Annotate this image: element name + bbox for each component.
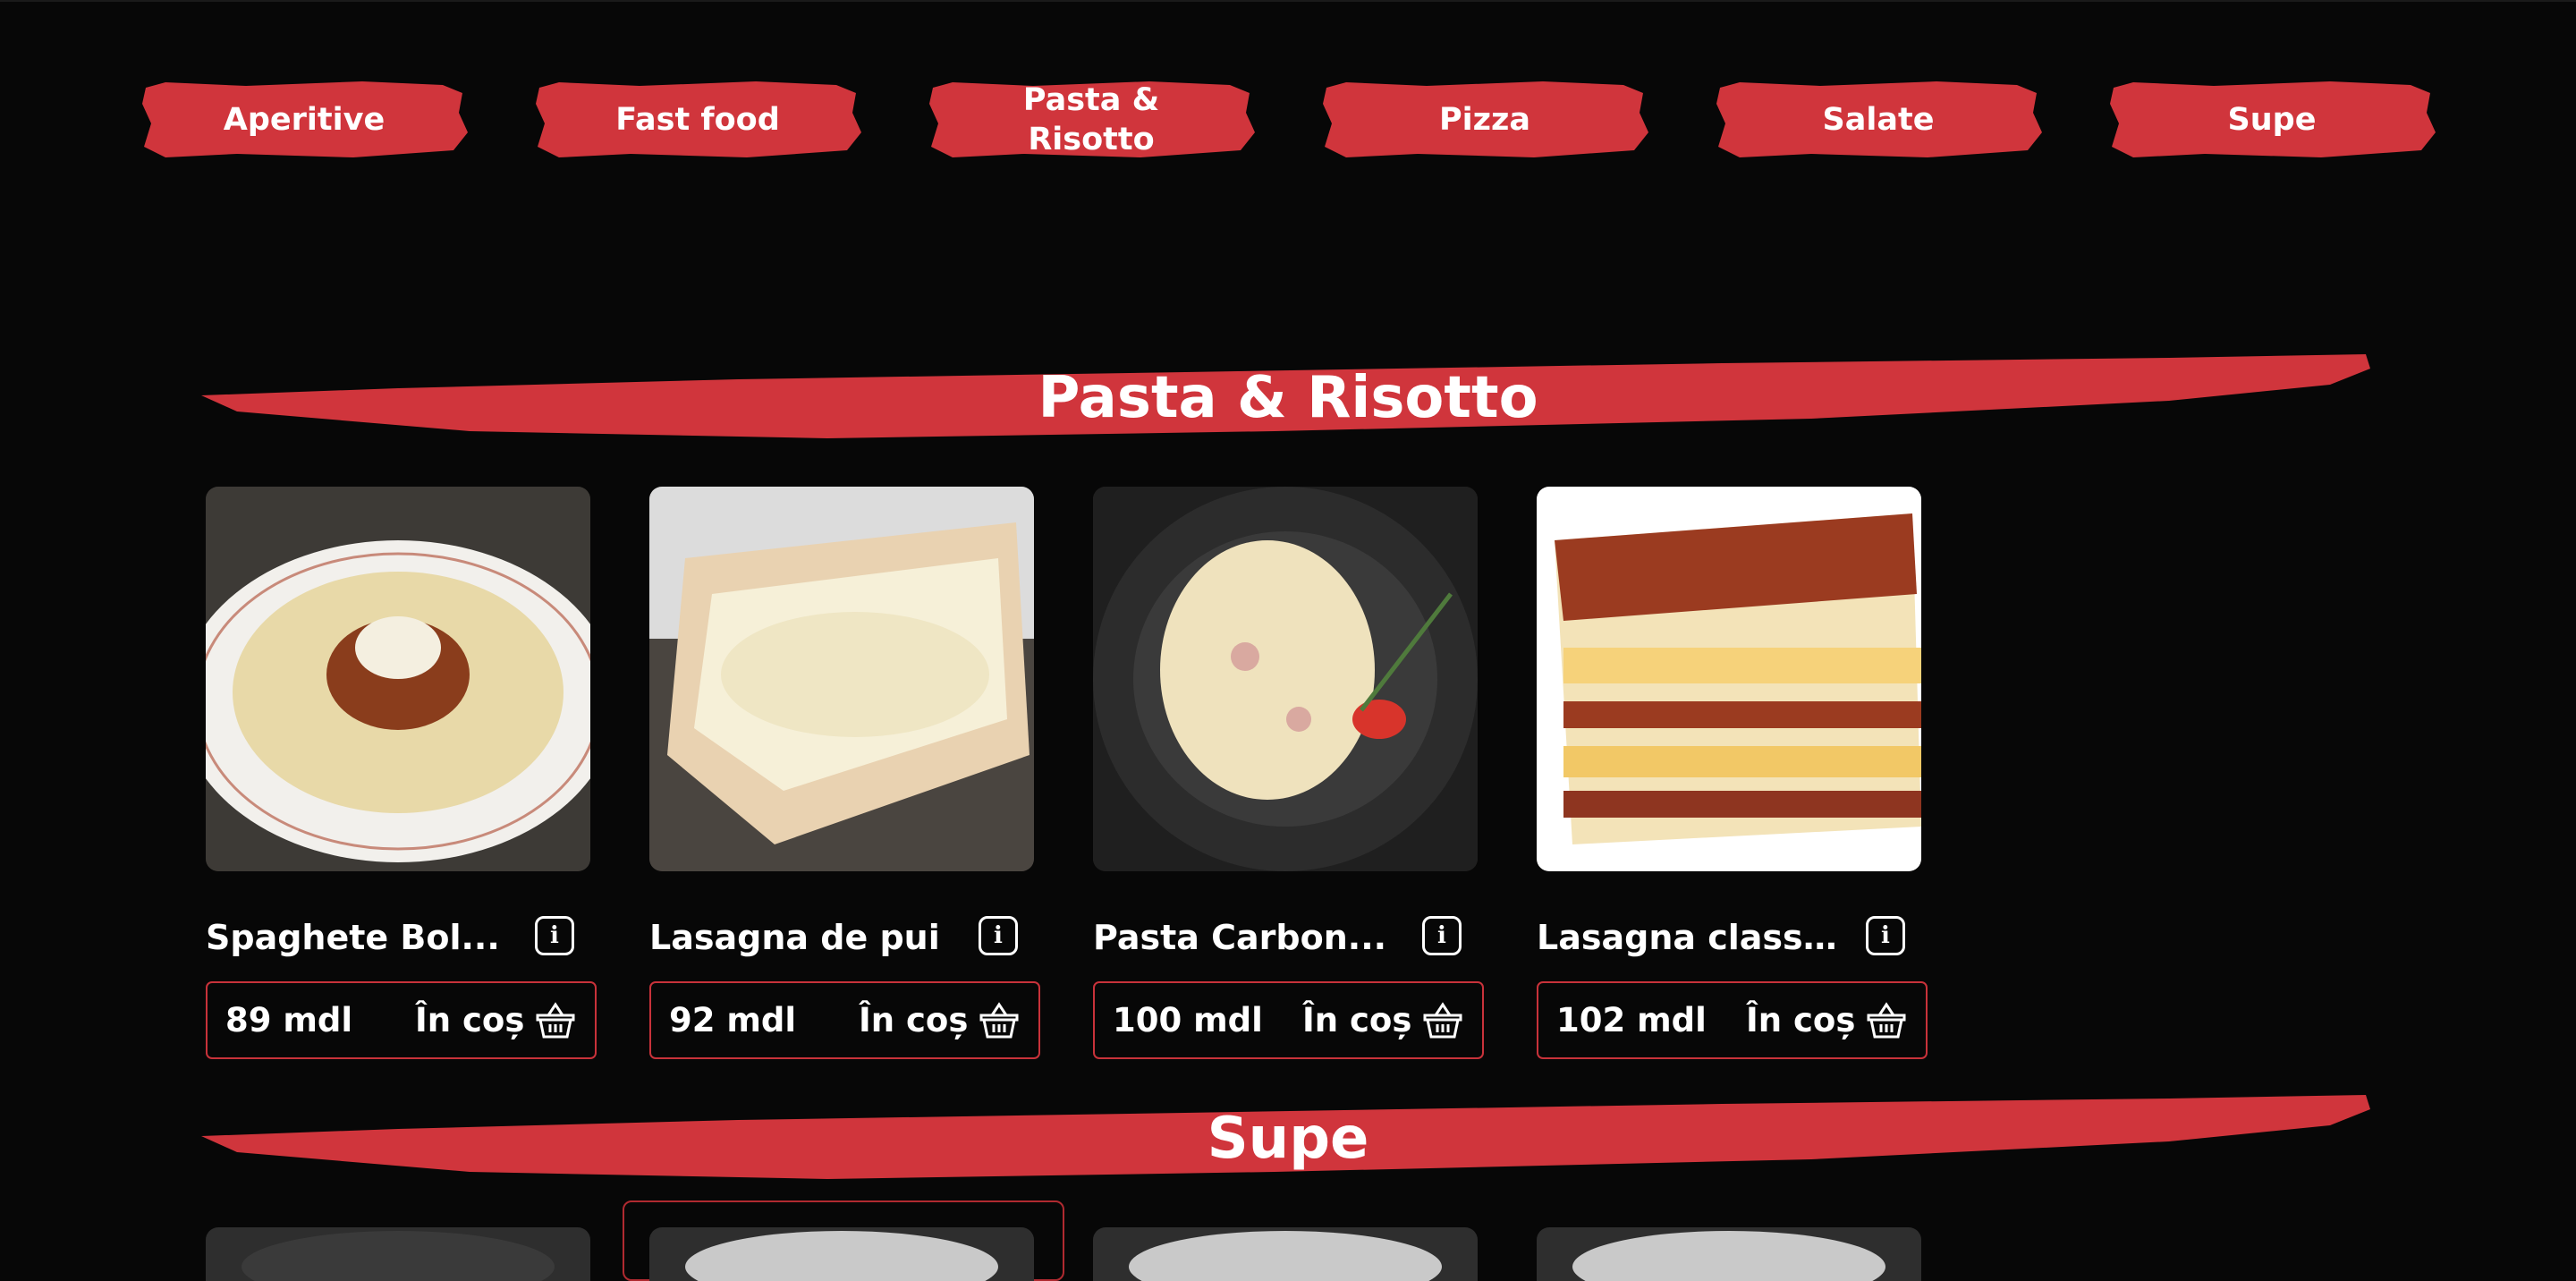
product-photo-lasagna-chicken[interactable]	[649, 487, 1034, 871]
product-photo-partial[interactable]	[1537, 1227, 1921, 1281]
product-name[interactable]: Lasagna de pui	[649, 911, 953, 964]
basket-icon[interactable]	[1421, 999, 1464, 1042]
product-photo-partial[interactable]	[1093, 1227, 1478, 1281]
product-price: 102 mdl	[1556, 1001, 1707, 1039]
category-supe[interactable]: Supe	[2106, 77, 2437, 163]
product-photo-lasagna-classic[interactable]	[1537, 487, 1921, 871]
category-label: Pasta & Risotto	[1022, 82, 1160, 157]
product-card[interactable]: Lasagna classi... i 102 mdl În coș	[1537, 487, 1928, 1059]
spaghetti-image	[206, 487, 590, 871]
category-label: Aperitive	[223, 102, 386, 138]
section-title: Supe	[1207, 1106, 1369, 1172]
top-divider	[0, 0, 2576, 2]
product-price: 100 mdl	[1113, 1001, 1263, 1039]
category-nav: Aperitive Fast food Pasta & Risotto Pizz…	[0, 77, 2576, 166]
category-label: Pizza	[1438, 102, 1530, 138]
add-to-cart-bar[interactable]: 100 mdl În coș	[1093, 981, 1484, 1059]
add-to-cart-bar[interactable]: 92 mdl În coș	[649, 981, 1040, 1059]
info-icon[interactable]: i	[1422, 916, 1462, 955]
section-header-supe: Supe	[201, 1090, 2375, 1188]
basket-icon[interactable]	[978, 999, 1021, 1042]
add-to-cart-bar[interactable]: 89 mdl În coș	[206, 981, 597, 1059]
plate-image	[242, 1231, 555, 1281]
section-header-pasta-risotto: Pasta & Risotto	[201, 349, 2375, 447]
lasagna-classic-image	[1537, 487, 1921, 871]
plate-image	[1572, 1231, 1885, 1281]
info-icon[interactable]: i	[535, 916, 574, 955]
category-aperitive[interactable]: Aperitive	[139, 77, 470, 163]
plate-image	[685, 1231, 998, 1281]
product-price: 89 mdl	[225, 1001, 353, 1039]
product-card[interactable]: Spaghete Bol... i 89 mdl În coș	[206, 487, 597, 1059]
add-to-cart-bar[interactable]: 102 mdl În coș	[1537, 981, 1928, 1059]
basket-icon[interactable]	[534, 999, 577, 1042]
info-icon[interactable]: i	[1866, 916, 1905, 955]
category-label: Salate	[1822, 102, 1935, 138]
category-pizza[interactable]: Pizza	[1319, 77, 1650, 163]
product-price: 92 mdl	[669, 1001, 797, 1039]
add-to-cart-label[interactable]: În coș	[1302, 983, 1411, 1057]
pasta-carbonara-image	[1093, 487, 1478, 871]
product-photo-spaghetti-bolognese[interactable]	[206, 487, 590, 871]
product-card[interactable]: Lasagna de pui i 92 mdl În coș	[649, 487, 1040, 1059]
add-to-cart-label[interactable]: În coș	[859, 983, 968, 1057]
plate-image	[1129, 1231, 1442, 1281]
lasagna-chicken-image	[649, 487, 1034, 871]
category-label: Supe	[2227, 102, 2317, 138]
product-card[interactable]: Pasta Carbon... i 100 mdl În coș	[1093, 487, 1484, 1059]
product-name[interactable]: Lasagna classi...	[1537, 911, 1841, 964]
product-photo-partial[interactable]	[649, 1227, 1034, 1281]
product-name[interactable]: Pasta Carbon...	[1093, 911, 1397, 964]
category-salate[interactable]: Salate	[1713, 77, 2044, 163]
product-photo-pasta-carbonara[interactable]	[1093, 487, 1478, 871]
section-title: Pasta & Risotto	[1038, 365, 1538, 431]
product-name[interactable]: Spaghete Bol...	[206, 911, 510, 964]
basket-icon[interactable]	[1865, 999, 1908, 1042]
category-pasta-risotto[interactable]: Pasta & Risotto	[926, 77, 1257, 163]
product-photo-partial[interactable]	[206, 1227, 590, 1281]
info-icon[interactable]: i	[979, 916, 1018, 955]
category-label: Fast food	[615, 102, 780, 138]
add-to-cart-label[interactable]: În coș	[1746, 983, 1855, 1057]
add-to-cart-label[interactable]: În coș	[415, 983, 524, 1057]
category-fast-food[interactable]: Fast food	[532, 77, 863, 163]
